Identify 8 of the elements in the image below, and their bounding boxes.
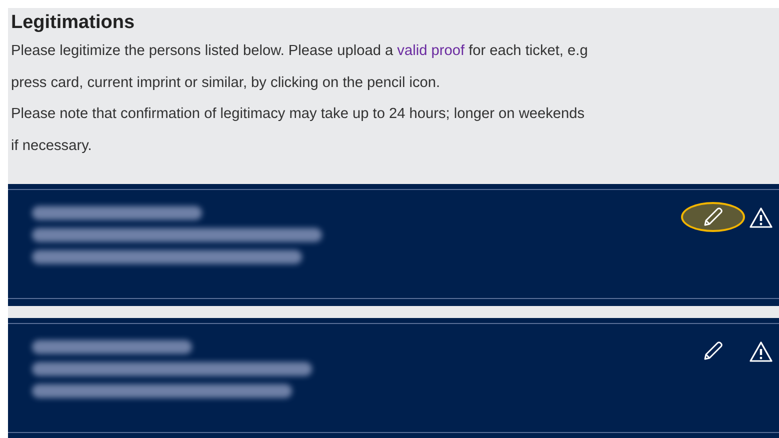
valid-proof-link[interactable]: valid proof bbox=[397, 43, 465, 59]
intro-text: press card, current imprint or similar, by clicking on the pencil icon. bbox=[11, 74, 440, 92]
intro-text: if necessary. bbox=[11, 136, 92, 156]
intro-text: Please note that confirmation of legitimacy may take up to 24 hours; longer on weekends bbox=[11, 105, 585, 124]
section-title: Legitimations bbox=[10, 11, 136, 35]
intro-text: Please legitimize the persons listed below. Please upload a valid proof for each ticket, e.g bbox=[11, 42, 588, 61]
warning-icon[interactable] bbox=[749, 206, 773, 230]
warning-icon[interactable] bbox=[749, 340, 773, 364]
